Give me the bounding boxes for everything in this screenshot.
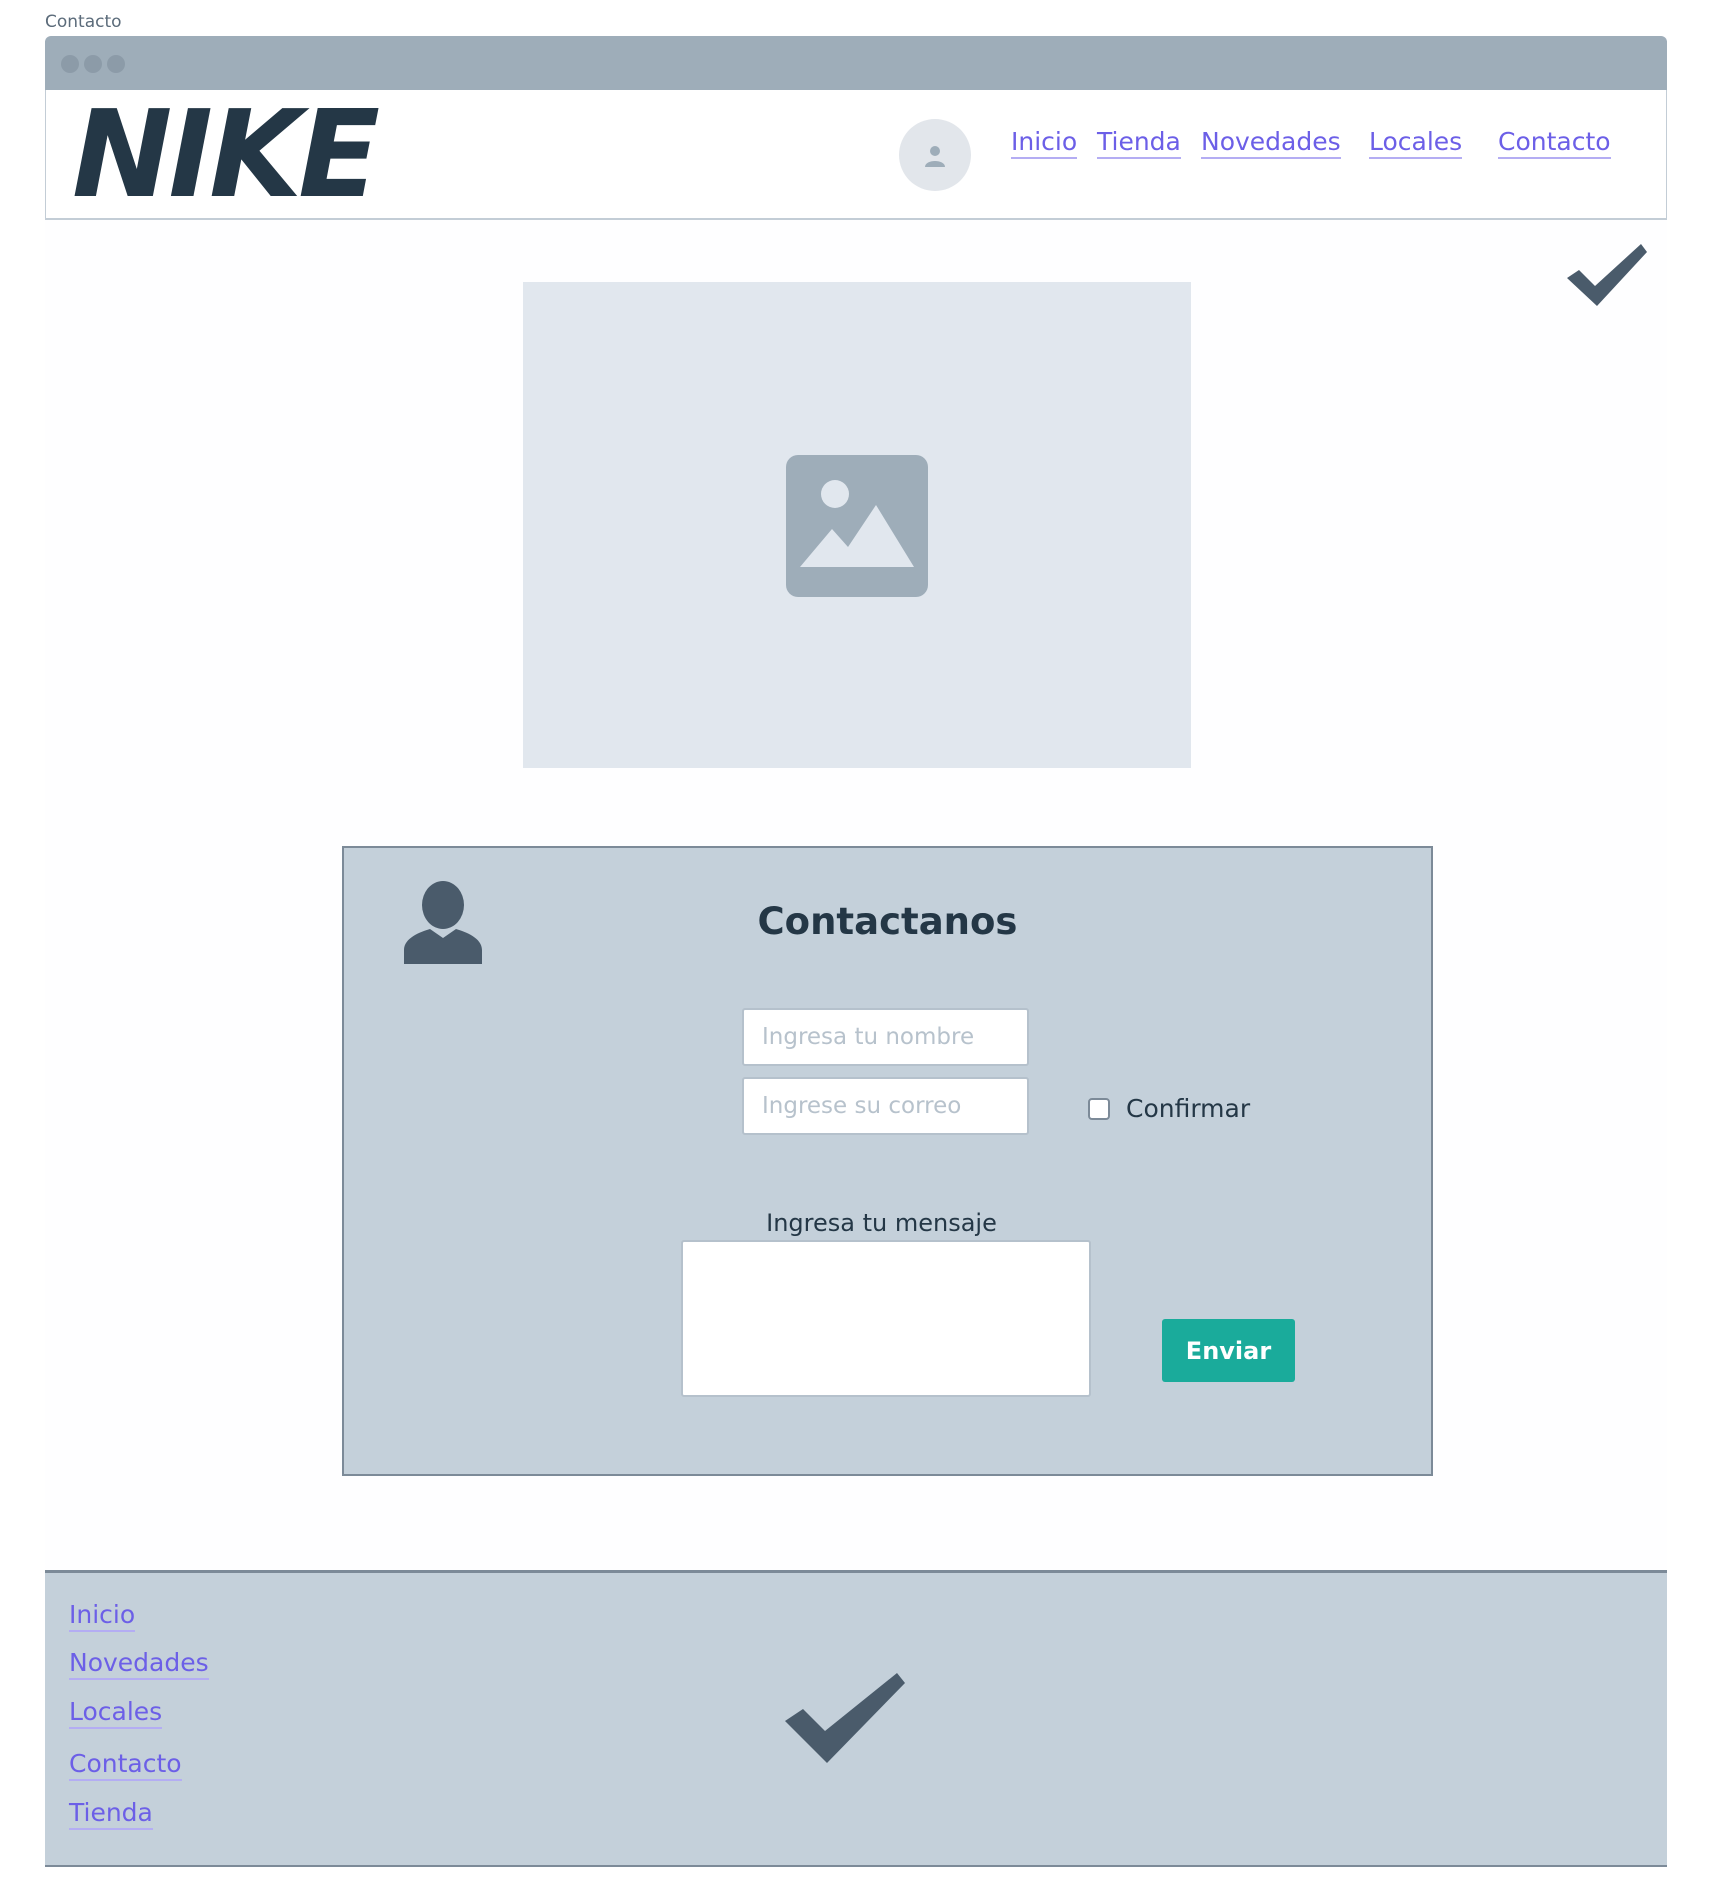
nav-link-tienda[interactable]: Tienda <box>1097 127 1181 159</box>
user-icon <box>925 146 945 167</box>
window-titlebar <box>45 36 1667 90</box>
site-footer: Inicio Novedades Locales Contacto Tienda <box>45 1570 1667 1867</box>
email-input[interactable] <box>742 1077 1029 1135</box>
footer-link-locales[interactable]: Locales <box>69 1697 163 1729</box>
message-textarea[interactable] <box>681 1240 1091 1397</box>
image-placeholder-icon <box>786 455 928 597</box>
footer-link-novedades[interactable]: Novedades <box>69 1648 209 1680</box>
footer-link-contacto[interactable]: Contacto <box>69 1749 182 1781</box>
nav-link-locales[interactable]: Locales <box>1369 127 1463 159</box>
contact-form-panel: Contactanos Confirmar Ingresa tu mensaje… <box>342 846 1433 1476</box>
browser-window: NIKE Inicio Tienda Novedades Locales Con… <box>45 36 1667 1867</box>
user-avatar[interactable] <box>899 119 971 191</box>
window-dot-icon <box>84 55 102 73</box>
confirm-checkbox[interactable] <box>1088 1098 1110 1120</box>
confirm-label[interactable]: Confirmar <box>1126 1094 1250 1123</box>
contact-title: Contactanos <box>757 900 1018 943</box>
name-input[interactable] <box>742 1008 1029 1066</box>
footer-link-tienda[interactable]: Tienda <box>69 1798 153 1830</box>
site-header: NIKE Inicio Tienda Novedades Locales Con… <box>45 90 1667 220</box>
send-button[interactable]: Enviar <box>1162 1319 1295 1382</box>
footer-link-inicio[interactable]: Inicio <box>69 1600 136 1632</box>
message-label: Ingresa tu mensaje <box>766 1209 997 1237</box>
checkmark-icon <box>785 1673 905 1763</box>
nav-link-contacto[interactable]: Contacto <box>1498 127 1611 159</box>
window-dot-icon <box>107 55 125 73</box>
window-dot-icon <box>61 55 79 73</box>
nav-link-inicio[interactable]: Inicio <box>1011 127 1078 159</box>
hero-image-placeholder <box>523 282 1191 768</box>
nav-link-novedades[interactable]: Novedades <box>1201 127 1341 159</box>
checkmark-icon <box>1567 244 1647 306</box>
page-label: Contacto <box>45 12 122 32</box>
nike-logo[interactable]: NIKE <box>72 96 380 216</box>
